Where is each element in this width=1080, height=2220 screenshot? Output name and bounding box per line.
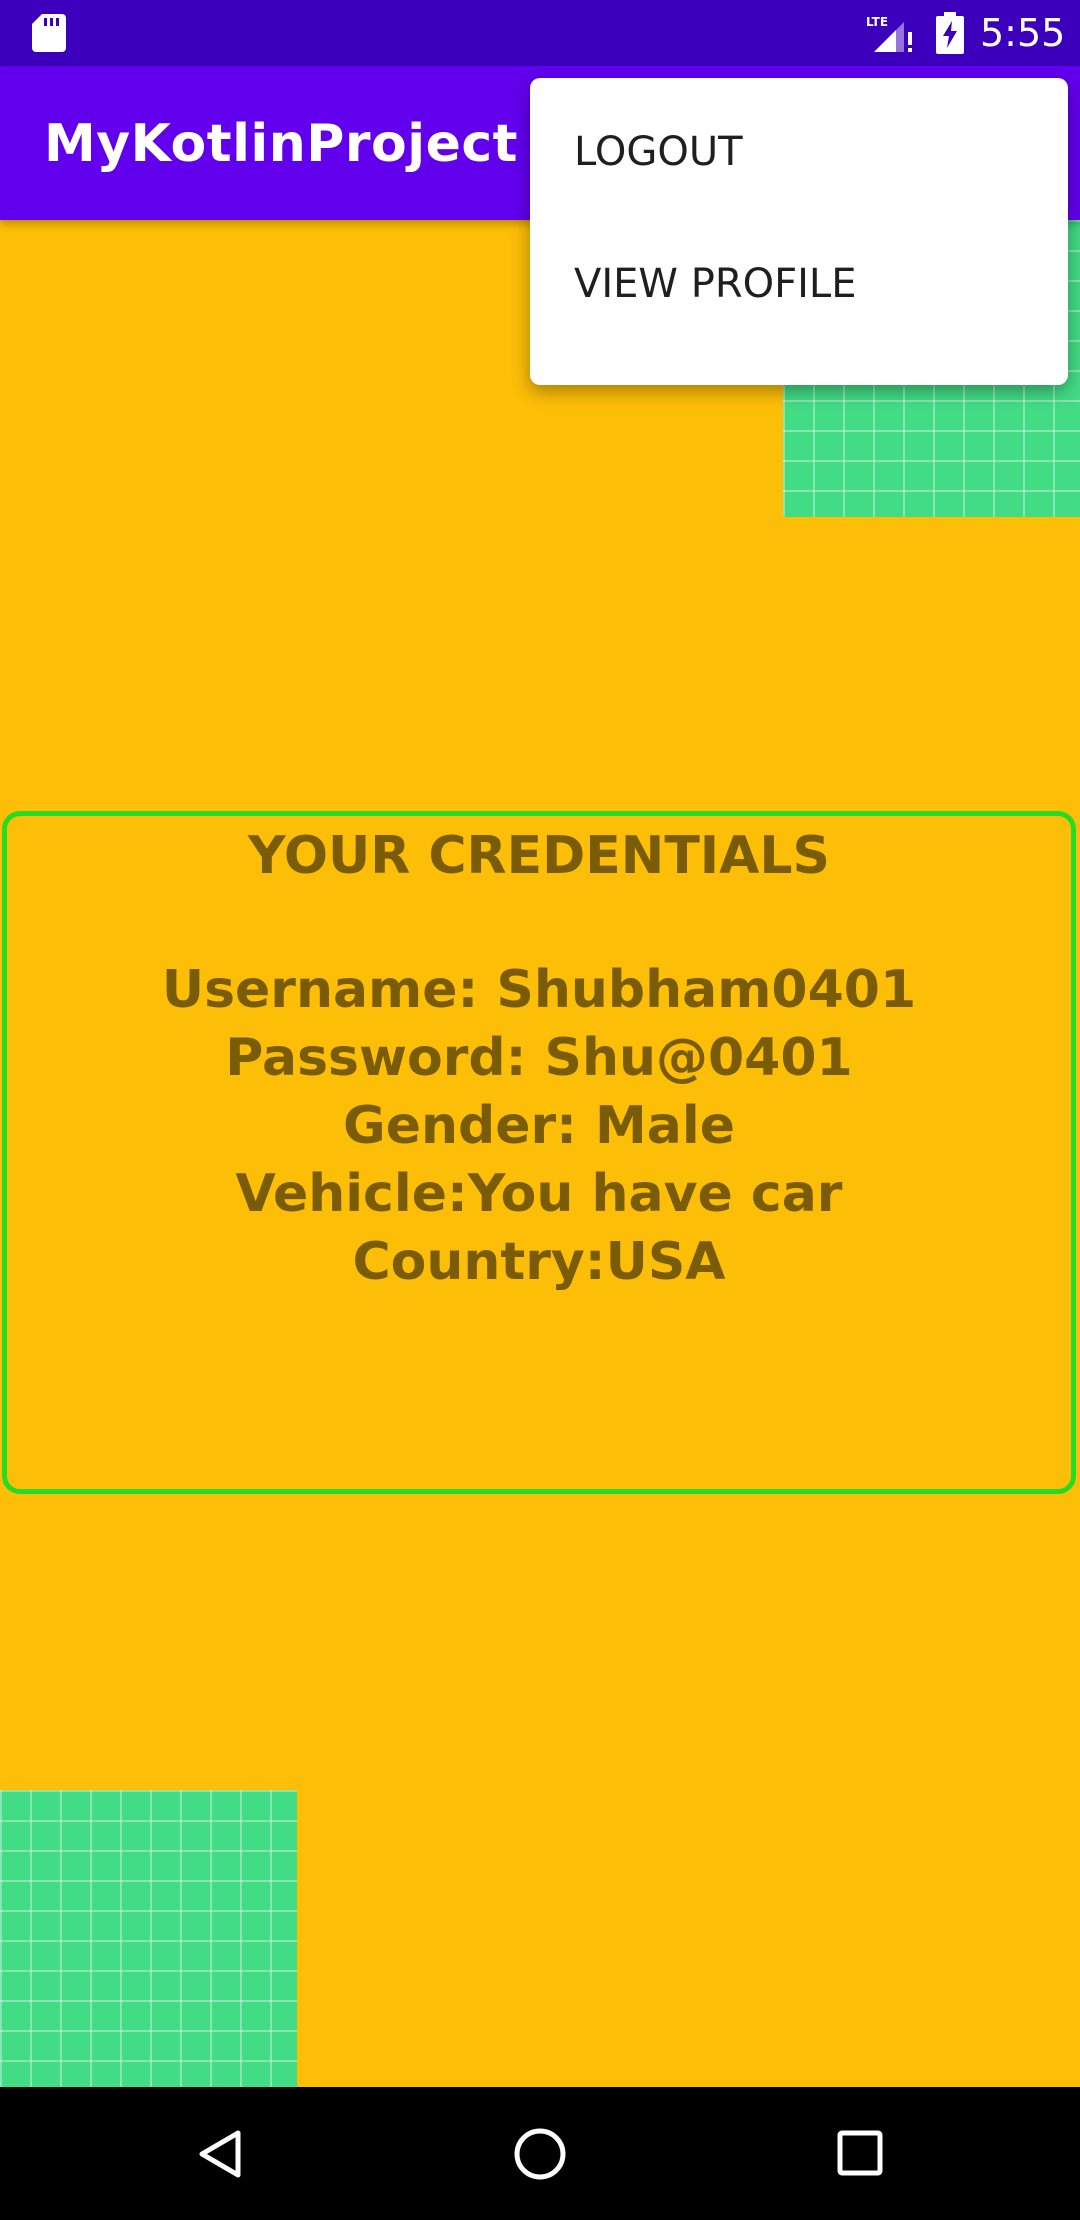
credentials-card: YOUR CREDENTIALS Username: Shubham0401 P…: [2, 811, 1076, 1494]
decorative-grid-bottom-left: [0, 1790, 297, 2087]
menu-item-logout[interactable]: LOGOUT: [530, 86, 1068, 218]
battery-charging-icon: [936, 12, 964, 54]
home-icon[interactable]: [513, 2127, 567, 2181]
username-text: Username: Shubham0401: [161, 960, 917, 1020]
navigation-bar: [0, 2087, 1080, 2220]
network-label: LTE: [866, 15, 888, 29]
back-icon[interactable]: [194, 2127, 248, 2181]
credentials-details: Username: Shubham0401 Password: Shu@0401…: [7, 956, 1071, 1296]
status-time: 5:55: [980, 11, 1066, 55]
country-text: Country:USA: [352, 1232, 726, 1292]
gender-text: Gender: Male: [343, 1096, 735, 1156]
sd-card-icon: [32, 14, 66, 52]
vehicle-text: Vehicle:You have car: [235, 1164, 843, 1224]
status-bar: LTE 5:55: [0, 0, 1080, 66]
screen: LTE 5:55 MyKotlinProject YOUR CREDENTIAL…: [0, 0, 1080, 2220]
overflow-menu: LOGOUT VIEW PROFILE: [530, 78, 1068, 385]
password-text: Password: Shu@0401: [225, 1028, 853, 1088]
signal-icon: LTE: [866, 15, 912, 52]
menu-item-view-profile[interactable]: VIEW PROFILE: [530, 218, 1068, 350]
recents-icon[interactable]: [836, 2129, 884, 2177]
credentials-heading: YOUR CREDENTIALS: [248, 826, 830, 886]
app-title: MyKotlinProject: [44, 114, 519, 174]
